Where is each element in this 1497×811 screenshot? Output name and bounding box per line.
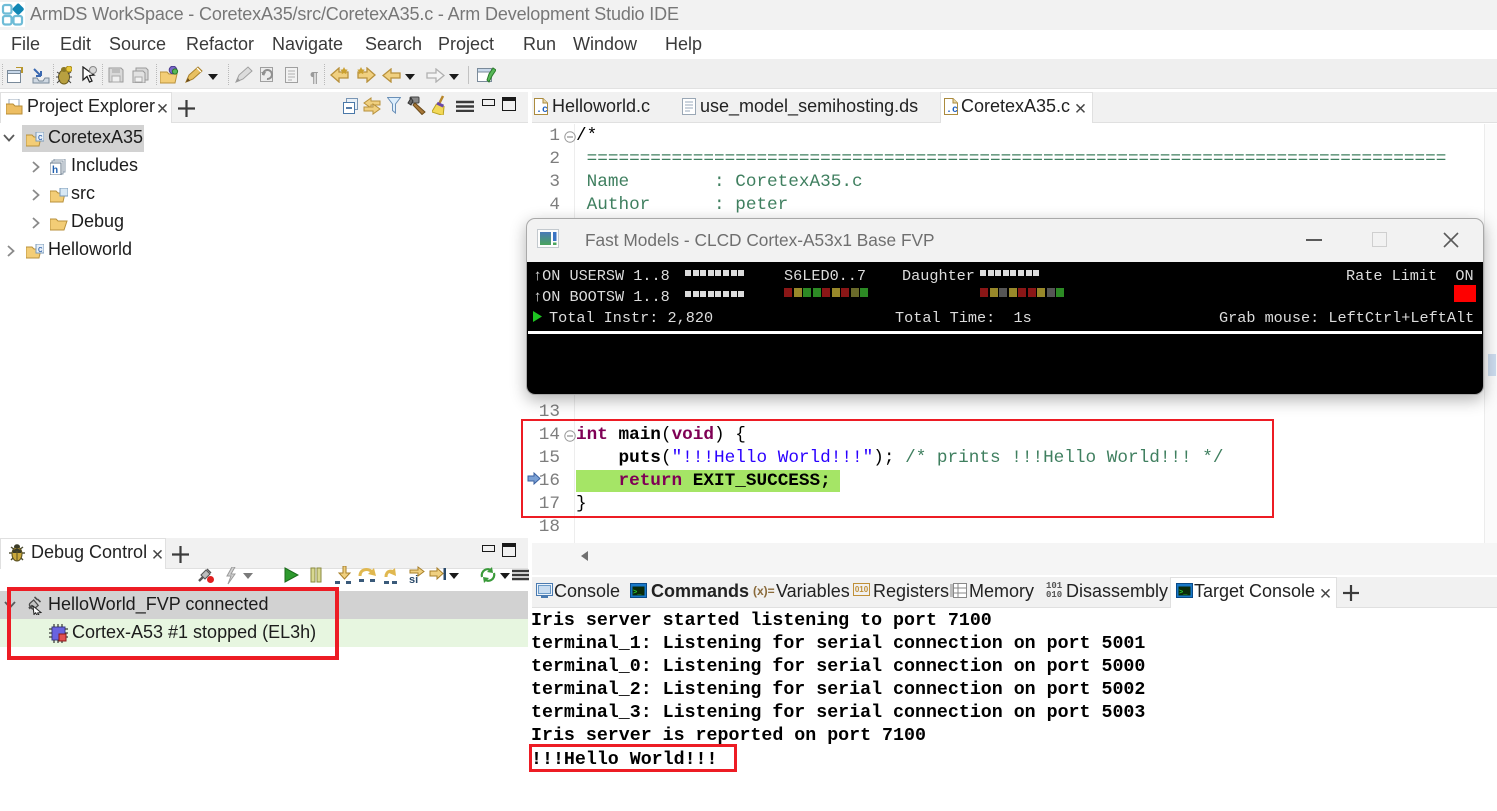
svg-text:.c: .c: [946, 105, 958, 115]
svg-text:>_: >_: [633, 589, 642, 597]
svg-text:h: h: [52, 165, 58, 175]
svg-text:c: c: [38, 244, 43, 254]
svg-text:.c: .c: [536, 105, 548, 115]
svg-text:c: c: [38, 132, 43, 142]
svg-text:si: si: [409, 574, 418, 584]
svg-text:>_: >_: [1179, 589, 1188, 597]
